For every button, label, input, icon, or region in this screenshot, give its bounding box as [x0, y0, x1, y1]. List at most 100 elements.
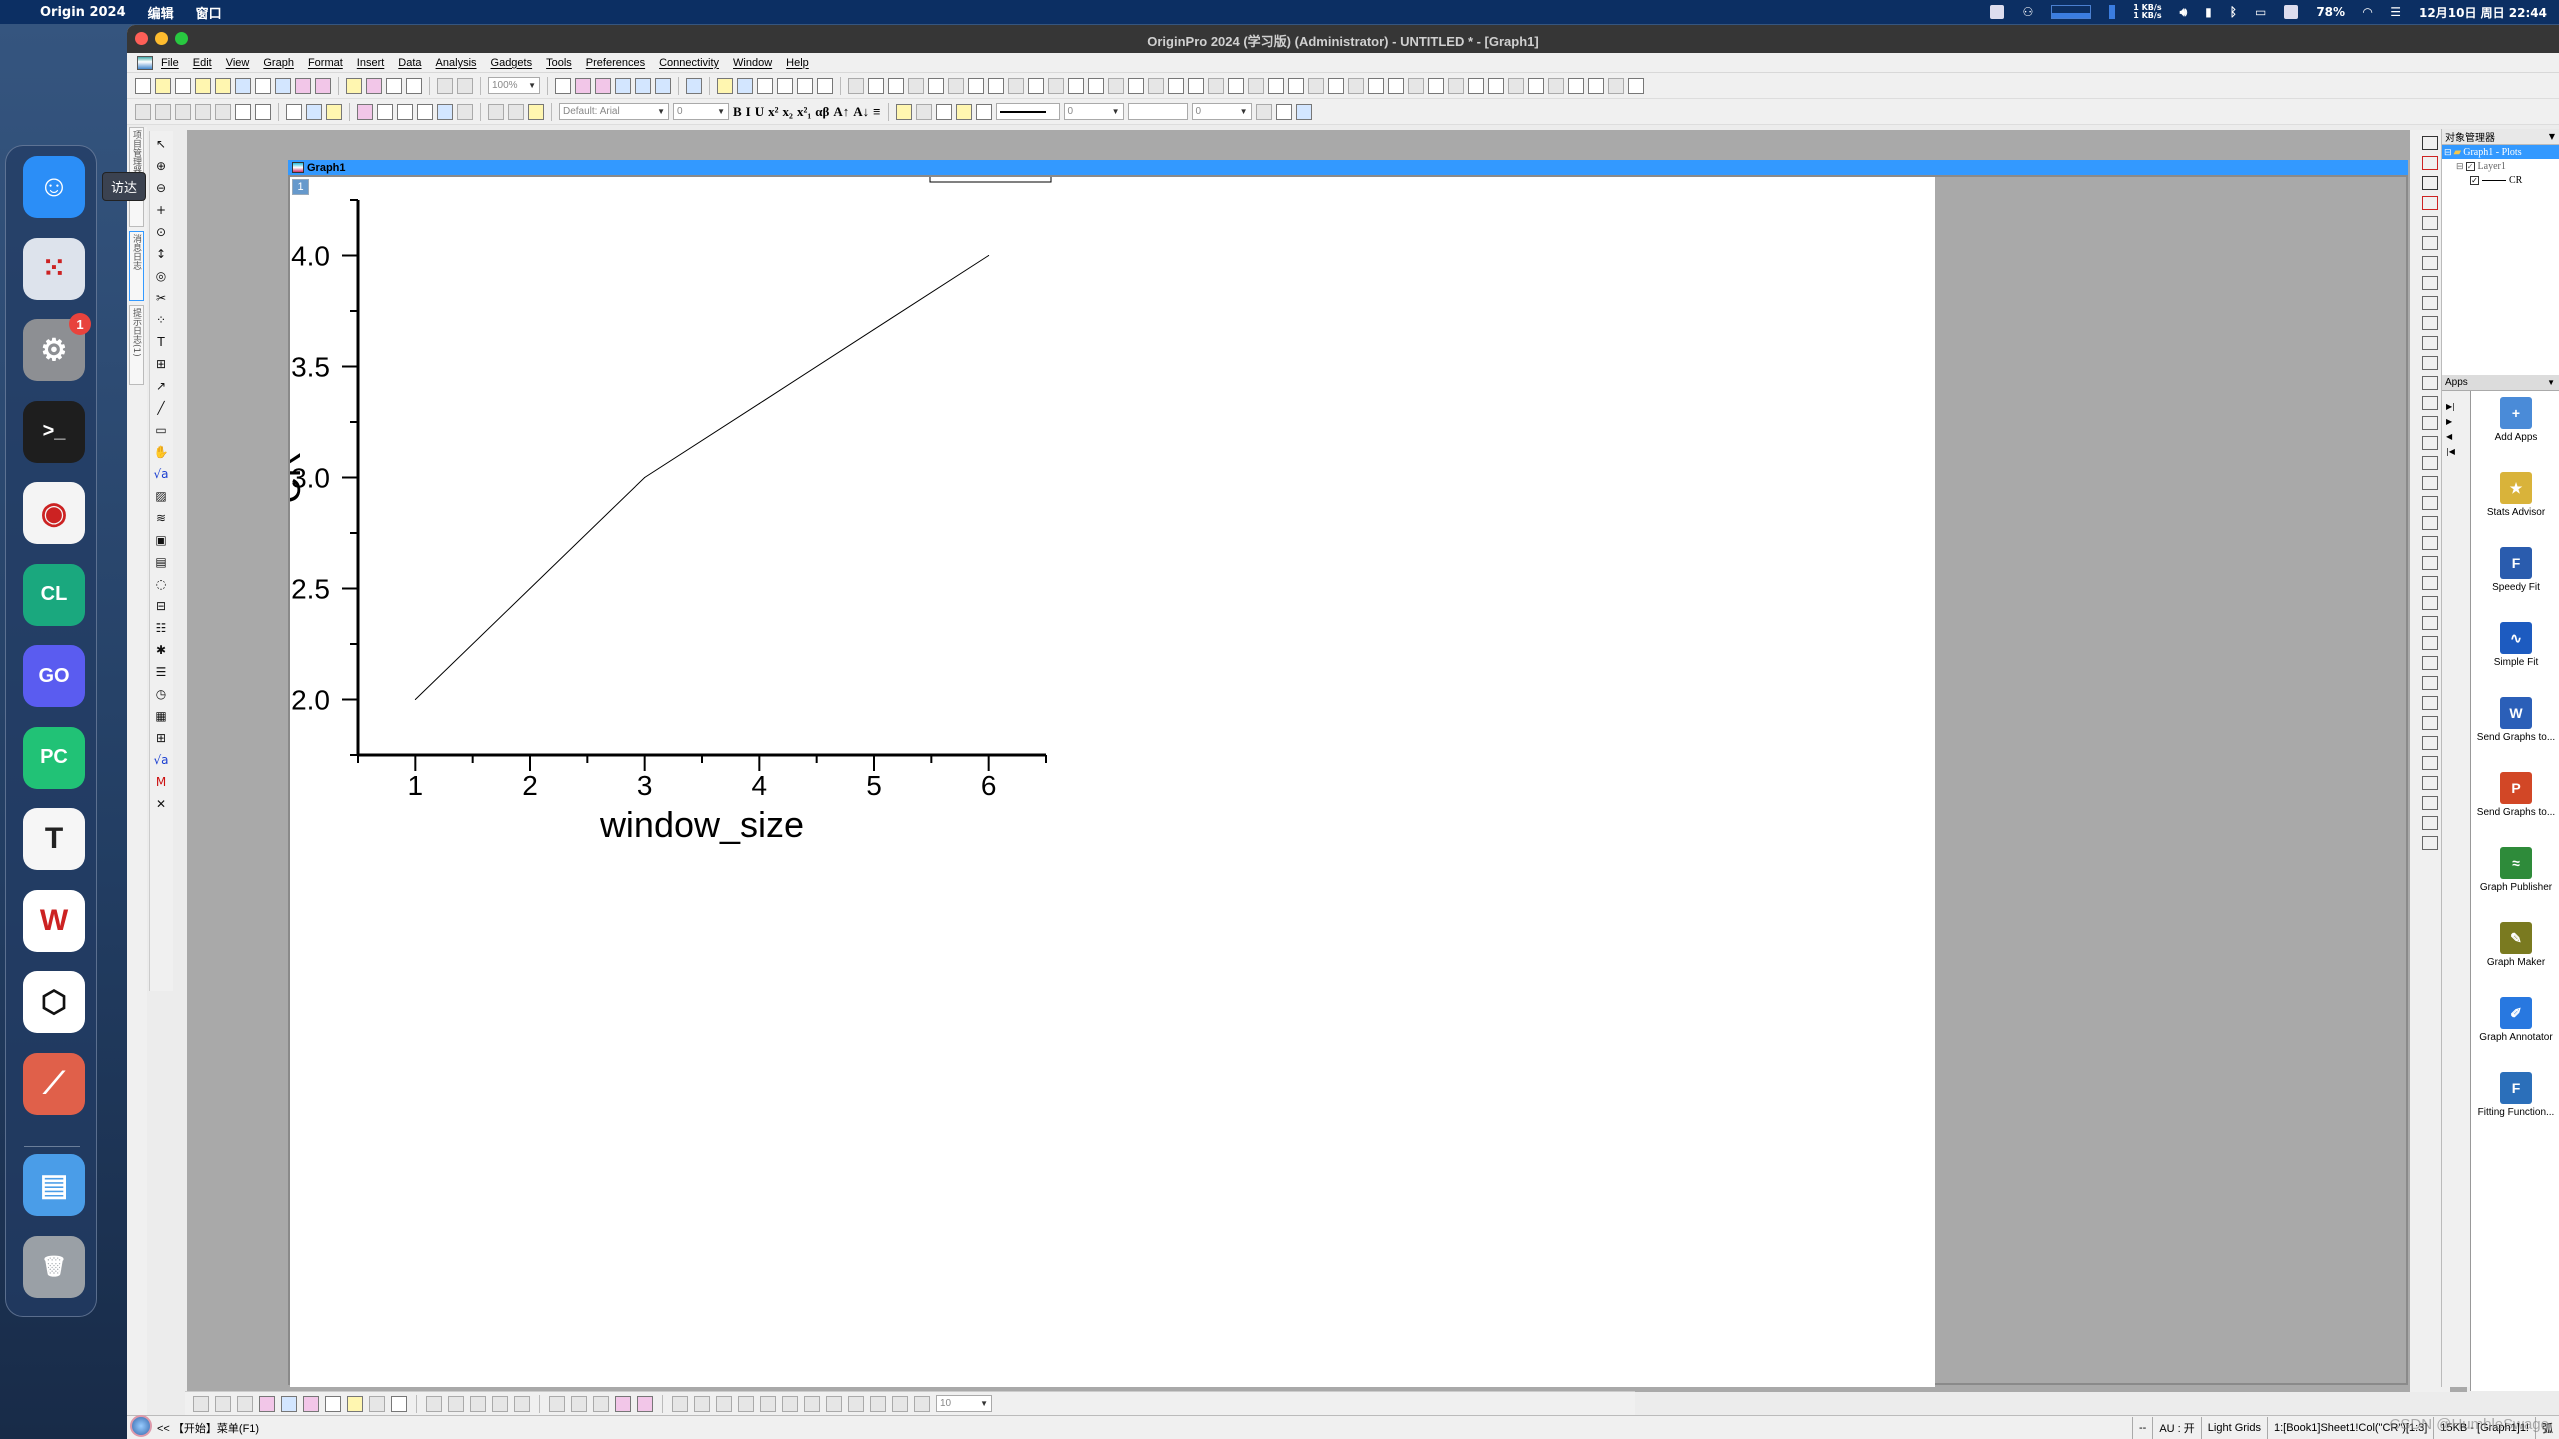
plot-3d-icon-3[interactable]: [470, 1395, 486, 1412]
group-icon-1[interactable]: [549, 1395, 565, 1412]
dock-app-clion[interactable]: CL: [23, 563, 85, 626]
app-add-apps[interactable]: + Add Apps: [2471, 391, 2559, 466]
layout-tool-icon-20[interactable]: [2422, 516, 2438, 530]
menubar-item-edit[interactable]: 编辑: [148, 3, 174, 22]
text-format-button-4[interactable]: x²: [768, 104, 778, 120]
arrange-icon-9[interactable]: [848, 1395, 864, 1412]
layout-tool-icon-31[interactable]: [2422, 736, 2438, 750]
plot-3d-icon-5[interactable]: [514, 1395, 530, 1412]
new-file-icon-8[interactable]: [275, 77, 291, 94]
layout-tool-icon-27[interactable]: [2422, 656, 2438, 670]
arrange-icon-5[interactable]: [760, 1395, 776, 1412]
app-send-graphs-to[interactable]: W Send Graphs to...: [2471, 691, 2559, 766]
layout-tool-icon-2[interactable]: [2422, 156, 2438, 170]
graph-tools-icon-20[interactable]: [1228, 77, 1244, 94]
graph-tools-icon-11[interactable]: [1048, 77, 1064, 94]
dropdown-arrow-icon[interactable]: ▼: [2547, 378, 2555, 387]
new-file-icon-6[interactable]: [235, 77, 251, 94]
first-icon[interactable]: |◀: [2446, 444, 2455, 459]
volume-icon[interactable]: 🔊︎: [2180, 5, 2188, 20]
layout-tool-icon-14[interactable]: [2422, 396, 2438, 410]
app-stats-advisor[interactable]: ★ Stats Advisor: [2471, 466, 2559, 541]
battery-status[interactable]: 78%: [2316, 5, 2345, 19]
window-tools-icon-6[interactable]: [817, 77, 833, 94]
open-save-icon-3[interactable]: [386, 77, 402, 94]
dock-app-trash[interactable]: 🗑: [23, 1235, 85, 1298]
menu-help[interactable]: Help: [786, 57, 809, 69]
graph-tools-icon-15[interactable]: [1128, 77, 1144, 94]
layout-tool-icon-13[interactable]: [2422, 376, 2438, 390]
navigate-icon-3[interactable]: [175, 103, 191, 120]
layout-tool-icon-16[interactable]: [2422, 436, 2438, 450]
layout-tool-icon-28[interactable]: [2422, 676, 2438, 690]
bottom-size-select[interactable]: 10 ▼: [936, 1395, 992, 1412]
print-export-icon-6[interactable]: [655, 77, 671, 94]
app-fitting-function[interactable]: F Fitting Function...: [2471, 1066, 2559, 1141]
clipboard-icon-2[interactable]: [508, 103, 524, 120]
pattern-width-select[interactable]: 0 ▼: [1191, 103, 1252, 120]
graph-tools-icon-38[interactable]: [1588, 77, 1604, 94]
plot-type-icon-6[interactable]: [303, 1395, 319, 1412]
graph-page[interactable]: 1 2.02.53.03.54.0123456window_sizeCRCR: [290, 177, 1935, 1387]
zoom-in-tool-icon[interactable]: ⊕: [152, 157, 170, 175]
layout-tool-icon-7[interactable]: [2422, 256, 2438, 270]
glasses-icon[interactable]: ⚇: [2022, 5, 2033, 19]
layout-tool-icon-9[interactable]: [2422, 296, 2438, 310]
table-tool-icon[interactable]: ⊞: [152, 729, 170, 747]
text-format-button-7[interactable]: αβ: [815, 104, 829, 120]
mask-tool-icon[interactable]: ✂: [152, 289, 170, 307]
fill-line-icon-5[interactable]: [975, 103, 992, 120]
group-icon-3[interactable]: [593, 1395, 609, 1412]
navigate-icon-2[interactable]: [155, 103, 171, 120]
layout-tool-icon-17[interactable]: [2422, 456, 2438, 470]
layout-tool-icon-5[interactable]: [2422, 216, 2438, 230]
new-file-icon-10[interactable]: [315, 77, 331, 94]
graph-tools-icon-19[interactable]: [1208, 77, 1224, 94]
zoom-select[interactable]: 100% ▼: [488, 77, 540, 94]
graph-tools-icon-12[interactable]: [1068, 77, 1084, 94]
rectangle-tool-icon[interactable]: ▭: [152, 421, 170, 439]
new-file-icon-5[interactable]: [215, 77, 231, 94]
timestamp-tool-icon[interactable]: ◷: [152, 685, 170, 703]
dock-app-hex-app[interactable]: ⬡: [23, 971, 85, 1033]
graph-tools-icon-30[interactable]: [1428, 77, 1444, 94]
layer-scale-tool-icon[interactable]: ⊟: [152, 597, 170, 615]
menu-format[interactable]: Format: [308, 57, 343, 69]
draw-data-tool-icon[interactable]: ⁘: [152, 311, 170, 329]
xyz-label-tool-icon[interactable]: ✱: [152, 641, 170, 659]
layout-tool-icon-35[interactable]: [2422, 816, 2438, 830]
control-center-icon[interactable]: ☰: [2390, 5, 2401, 19]
dock-app-typora[interactable]: T: [23, 808, 85, 870]
layout-tool-icon-34[interactable]: [2422, 796, 2438, 810]
open-save-icon-2[interactable]: [366, 77, 382, 94]
arrange-icon-11[interactable]: [892, 1395, 908, 1412]
bluetooth-icon[interactable]: ᛒ: [2230, 5, 2237, 19]
folder-tool-icon[interactable]: ▦: [152, 707, 170, 725]
plot-visible-checkbox[interactable]: ✓: [2470, 175, 2479, 185]
graph-tools-icon-37[interactable]: [1568, 77, 1584, 94]
graph-tools-icon-8[interactable]: [988, 77, 1004, 94]
clipboard-icon-1[interactable]: [488, 103, 504, 120]
mem-bar-icon[interactable]: [2109, 5, 2116, 19]
worksheet-icon-3[interactable]: [326, 103, 342, 120]
plot-3d-icon-2[interactable]: [448, 1395, 464, 1412]
latex-tool-icon[interactable]: √a: [152, 751, 170, 769]
plot-type-icon-1[interactable]: [193, 1395, 209, 1412]
layout-tool-icon-4[interactable]: [2422, 196, 2438, 210]
new-file-icon-9[interactable]: [295, 77, 311, 94]
om-graph-row[interactable]: ⊟ ▰ Graph1 - Plots: [2442, 145, 2559, 159]
data-tools-icon-3[interactable]: [397, 103, 413, 120]
graph-tools-icon-9[interactable]: [1008, 77, 1024, 94]
color-bar-tool-icon[interactable]: ▤: [152, 553, 170, 571]
menu-edit[interactable]: Edit: [193, 57, 212, 69]
group-icon-2[interactable]: [571, 1395, 587, 1412]
tab-smart-hint-log[interactable]: 提示日志(1): [129, 305, 144, 385]
window-tools-icon-3[interactable]: [757, 77, 773, 94]
font-select[interactable]: Default: Arial ▼: [559, 103, 669, 120]
text-format-button-8[interactable]: A↑: [833, 104, 849, 120]
layout-tool-icon-8[interactable]: [2422, 276, 2438, 290]
data-tools-icon-2[interactable]: [377, 103, 393, 120]
apps-header[interactable]: Apps ▼: [2442, 375, 2559, 391]
collapse-icon[interactable]: ⊟: [2456, 161, 2464, 172]
graph-tools-icon-27[interactable]: [1368, 77, 1384, 94]
